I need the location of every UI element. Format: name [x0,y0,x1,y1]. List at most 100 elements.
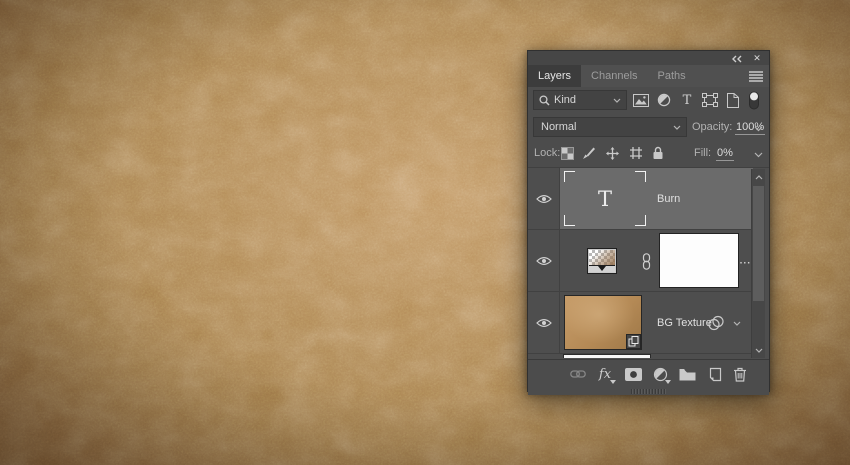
opacity-dropdown-button[interactable] [754,123,763,135]
chevron-down-icon [613,98,621,103]
delete-layer-button[interactable] [729,364,751,384]
fill-value[interactable]: 0% [716,147,734,161]
caret-down-icon [610,380,616,384]
close-panel-button[interactable]: ✕ [750,53,764,64]
image-icon [633,94,649,107]
lock-image-pixels-button[interactable] [579,143,599,163]
gradient-slider-marker [598,266,606,271]
layer-row-burn[interactable]: T Burn [528,168,753,230]
layer-visibility-toggle[interactable] [528,292,560,353]
new-layer-button[interactable] [703,364,725,384]
filter-shape-layers-button[interactable] [700,90,720,110]
smart-object-badge-icon [627,335,640,348]
chevron-down-icon [754,152,763,158]
gradient-slider-strip [589,265,615,272]
folder-icon [679,368,696,381]
panel-resize-bar [528,388,769,395]
filter-type-layers-button[interactable]: T [677,90,697,110]
new-layer-icon [707,367,722,382]
artboard-icon [629,146,643,160]
hamburger-menu-icon [749,71,763,82]
partial-layer-row[interactable] [528,354,753,358]
trash-icon [733,367,747,382]
link-layers-button[interactable] [567,364,589,384]
new-adjustment-layer-button[interactable] [649,364,671,384]
add-layer-style-button[interactable]: fx [594,364,616,384]
tab-layers[interactable]: Layers [528,65,581,87]
layer-name[interactable]: Burn [657,193,680,205]
fill-label: Fill: [694,147,711,159]
add-layer-mask-button[interactable] [622,364,644,384]
layer-row-gradient-fill[interactable]: ... [528,230,753,292]
layers-scrollbar[interactable] [751,169,765,358]
panel-resize-grip[interactable] [631,389,667,394]
padlock-icon [652,146,664,160]
lock-position-button[interactable] [602,143,622,163]
double-left-arrow-icon [731,55,742,63]
smart-object-thumbnail[interactable] [564,295,642,350]
tab-channels[interactable]: Channels [581,65,647,87]
lock-all-button[interactable] [648,143,668,163]
eye-icon [536,194,552,204]
gradient-fill-thumbnail[interactable] [587,248,617,274]
brush-icon [582,146,596,160]
scroll-up-button[interactable] [752,170,765,184]
layer-name[interactable]: BG Texture [657,317,712,329]
thumbnail-corner-bracket [635,171,646,182]
chevron-up-icon [755,175,763,180]
new-group-button[interactable] [676,364,698,384]
chain-link-icon [642,253,651,270]
link-icon [570,368,586,380]
layers-list: T Burn [528,167,769,359]
layer-row-body: ... [560,230,753,291]
tab-layers-label: Layers [538,70,571,82]
lock-artboards-button[interactable] [626,143,646,163]
lock-fill-bar: Lock: [528,141,769,167]
filter-kind-label: Kind [554,94,576,106]
filter-pixel-layers-button[interactable] [631,90,651,110]
collapse-effects-chevron[interactable] [733,317,741,329]
filter-kind-dropdown[interactable]: Kind [533,90,627,110]
thumbnail-corner-bracket [564,171,575,182]
close-icon: ✕ [753,54,761,63]
fill-dropdown-button[interactable] [754,149,763,161]
checkerboard-icon [561,147,574,160]
layer-filter-bar: Kind [528,87,769,114]
type-layer-thumbnail[interactable]: T [562,169,648,228]
scrollbar-thumb[interactable] [753,186,764,301]
tab-paths-label: Paths [658,70,686,82]
type-T-icon: T [598,187,612,211]
filtering-toggle-switch[interactable] [744,90,764,110]
layer-visibility-toggle[interactable] [528,168,560,229]
opacity-label: Opacity: [692,121,732,133]
scroll-down-button[interactable] [752,343,765,357]
filter-adjustment-layers-button[interactable] [654,90,674,110]
photoshop-workspace: ✕ Layers Channels Paths [0,0,850,465]
gradient-swatch [589,250,615,266]
tab-paths[interactable]: Paths [648,65,696,87]
smart-object-badge [626,334,641,349]
thumbnail-corner-bracket [635,215,646,226]
panel-tabstrip: Layers Channels Paths [528,65,769,87]
advanced-blending-badge[interactable] [707,315,725,331]
layer-row-body: T Burn [560,168,753,229]
lock-transparent-pixels-button[interactable] [557,143,577,163]
eye-icon [536,256,552,266]
mask-link-toggle[interactable] [638,251,654,271]
layers-panel-toolbar: fx [528,359,769,388]
layer-row-bg-texture[interactable]: BG Texture [528,292,753,354]
layer-mask-thumbnail[interactable] [659,233,739,288]
collapse-to-icons-button[interactable] [729,53,743,64]
chevron-down-icon [754,126,763,132]
layer-visibility-toggle[interactable] [528,230,560,291]
blend-mode-value: Normal [541,121,576,133]
truncated-layer-name[interactable]: ... [740,255,751,266]
thumbnail-corner-bracket [564,215,575,226]
blend-mode-dropdown[interactable]: Normal [533,117,687,137]
panel-menu-button[interactable] [747,68,765,84]
filter-smart-objects-button[interactable] [722,90,742,110]
double-circle-icon [707,315,725,331]
eye-icon [536,318,552,328]
chevron-down-icon [673,125,681,130]
layer-row-body: BG Texture [560,292,753,353]
